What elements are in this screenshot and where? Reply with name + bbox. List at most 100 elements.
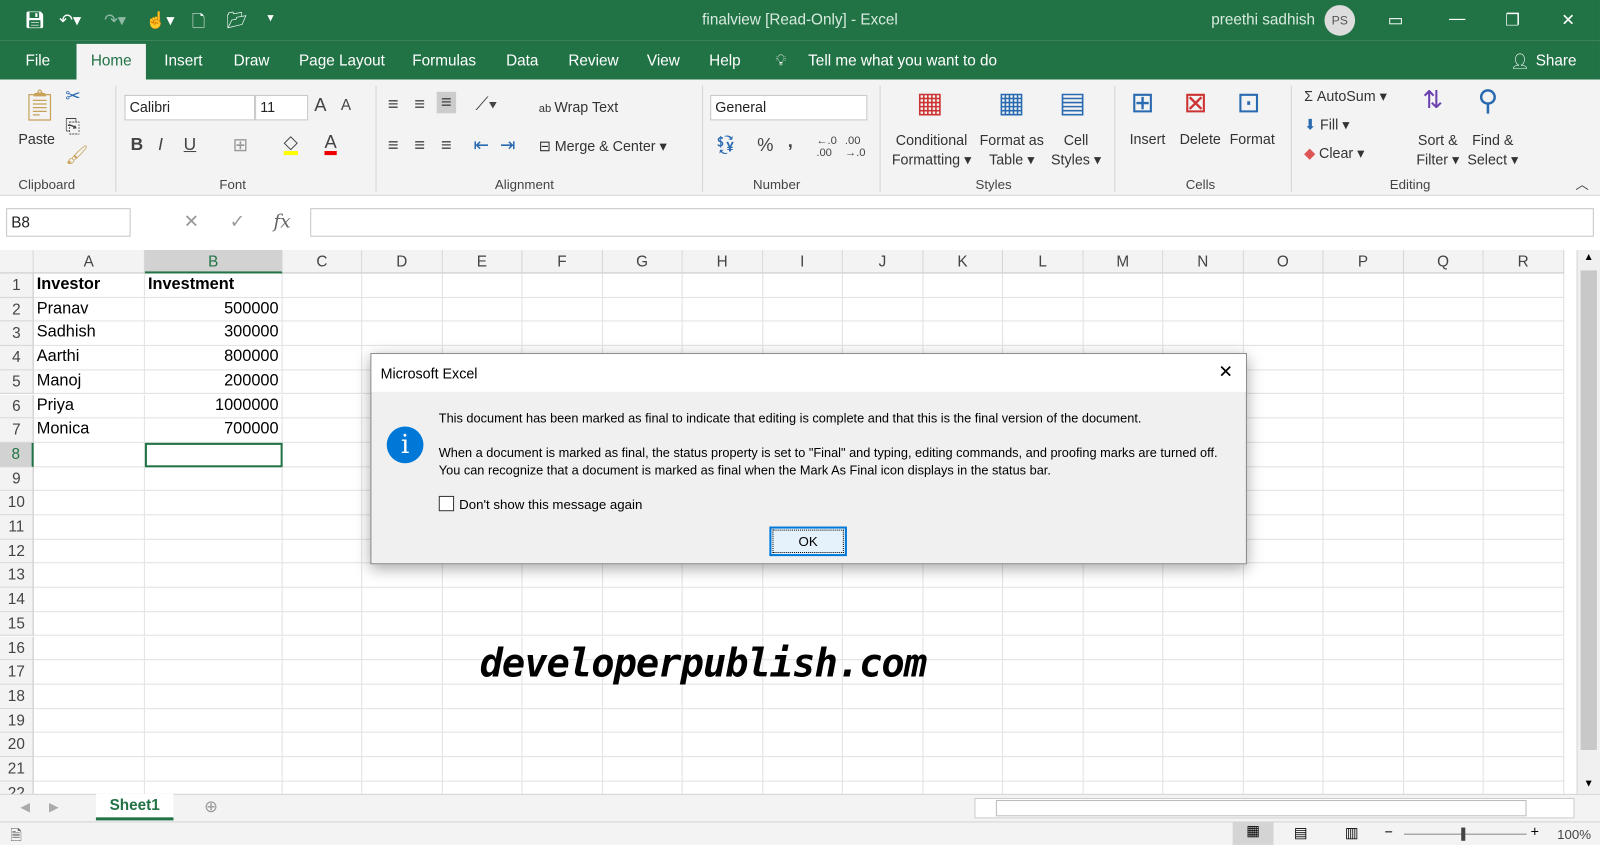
cell-k17[interactable] bbox=[922, 660, 1004, 685]
minimize-icon[interactable]: — bbox=[1449, 10, 1465, 28]
cell-c21[interactable] bbox=[282, 757, 363, 782]
cell-f21[interactable] bbox=[522, 757, 603, 782]
cell-k15[interactable] bbox=[922, 612, 1004, 637]
row-header-21[interactable]: 21 bbox=[0, 757, 34, 782]
cell-p22[interactable] bbox=[1323, 781, 1404, 794]
cell-m2[interactable] bbox=[1083, 297, 1164, 322]
cell-m15[interactable] bbox=[1083, 612, 1164, 637]
paste-icon[interactable]: 📋︎ bbox=[20, 88, 59, 124]
column-header-o[interactable]: O bbox=[1243, 249, 1324, 274]
cell-p3[interactable] bbox=[1323, 321, 1404, 346]
cell-k21[interactable] bbox=[922, 757, 1004, 782]
cell-k2[interactable] bbox=[922, 297, 1004, 322]
cell-g19[interactable] bbox=[602, 708, 683, 733]
cell-r7[interactable] bbox=[1483, 418, 1564, 443]
cell-p17[interactable] bbox=[1323, 660, 1404, 685]
cell-d1[interactable] bbox=[362, 273, 443, 298]
cell-c18[interactable] bbox=[282, 684, 363, 709]
cell-b4[interactable]: 800000 bbox=[144, 346, 283, 371]
cell-e20[interactable] bbox=[442, 732, 523, 758]
cell-r4[interactable] bbox=[1483, 346, 1564, 371]
row-header-2[interactable]: 2 bbox=[0, 297, 34, 322]
cell-h19[interactable] bbox=[682, 708, 763, 733]
tab-draw[interactable]: Draw bbox=[234, 52, 270, 69]
cell-b12[interactable] bbox=[144, 539, 283, 564]
cell-o3[interactable] bbox=[1243, 321, 1324, 346]
cell-c14[interactable] bbox=[282, 587, 363, 613]
cell-r19[interactable] bbox=[1483, 708, 1564, 733]
orientation-icon[interactable]: ⟋▾ bbox=[476, 94, 498, 115]
cell-f18[interactable] bbox=[522, 684, 603, 709]
cell-r18[interactable] bbox=[1483, 684, 1564, 709]
cell-c1[interactable] bbox=[282, 273, 363, 298]
cell-p19[interactable] bbox=[1323, 708, 1404, 733]
insert-function-button[interactable]: fx bbox=[273, 211, 290, 232]
cell-c6[interactable] bbox=[282, 394, 363, 419]
cell-b13[interactable] bbox=[144, 563, 283, 588]
row-header-14[interactable]: 14 bbox=[0, 587, 34, 613]
cell-f22[interactable] bbox=[522, 781, 603, 794]
cell-q22[interactable] bbox=[1404, 781, 1484, 794]
fill-button[interactable]: ⬇ Fill ▾ bbox=[1304, 116, 1349, 133]
cell-i20[interactable] bbox=[762, 732, 843, 758]
cell-d14[interactable] bbox=[362, 587, 443, 613]
cell-q1[interactable] bbox=[1403, 273, 1484, 298]
cell-n3[interactable] bbox=[1163, 321, 1244, 346]
cell-q4[interactable] bbox=[1403, 346, 1484, 371]
cell-c15[interactable] bbox=[282, 612, 363, 637]
delete-cells-button[interactable]: Delete bbox=[1180, 131, 1221, 147]
cell-o22[interactable] bbox=[1243, 781, 1324, 794]
tab-review[interactable]: Review bbox=[568, 52, 618, 69]
comma-button[interactable]: , bbox=[788, 131, 793, 152]
cell-a4[interactable]: Aarthi bbox=[33, 346, 145, 371]
increase-decimal-icon[interactable]: ←.0.00 bbox=[816, 135, 837, 159]
cell-d20[interactable] bbox=[362, 732, 443, 758]
column-header-k[interactable]: K bbox=[922, 249, 1004, 274]
h-scroll-thumb[interactable] bbox=[995, 799, 1527, 817]
cell-o21[interactable] bbox=[1243, 757, 1324, 782]
cell-m14[interactable] bbox=[1083, 587, 1164, 613]
cell-l18[interactable] bbox=[1003, 684, 1084, 709]
cell-q17[interactable] bbox=[1403, 660, 1484, 685]
cell-d18[interactable] bbox=[362, 684, 443, 709]
cell-f14[interactable] bbox=[522, 587, 603, 613]
cell-q12[interactable] bbox=[1403, 539, 1484, 564]
cell-p16[interactable] bbox=[1323, 636, 1404, 661]
cell-l16[interactable] bbox=[1003, 636, 1084, 661]
cell-p12[interactable] bbox=[1323, 539, 1404, 564]
cell-o1[interactable] bbox=[1243, 273, 1324, 298]
row-header-6[interactable]: 6 bbox=[0, 394, 34, 419]
ok-button[interactable]: OK bbox=[769, 526, 847, 557]
avatar[interactable]: PS bbox=[1324, 5, 1356, 36]
cell-q18[interactable] bbox=[1403, 684, 1484, 709]
align-left-icon[interactable]: ≡ bbox=[388, 135, 399, 156]
copy-icon[interactable]: ⎘ bbox=[65, 116, 80, 137]
format-as-table-button[interactable]: Format as Table ▾ bbox=[980, 131, 1044, 170]
fill-color-icon[interactable]: ◇ bbox=[283, 133, 298, 156]
cancel-icon[interactable]: ✕ bbox=[184, 211, 199, 232]
cell-c5[interactable] bbox=[282, 370, 363, 395]
share-button[interactable]: Share bbox=[1536, 52, 1577, 69]
cell-q20[interactable] bbox=[1403, 732, 1484, 758]
cell-g3[interactable] bbox=[602, 321, 683, 346]
cell-o12[interactable] bbox=[1243, 539, 1324, 564]
find-select-button[interactable]: Find & Select ▾ bbox=[1467, 131, 1518, 170]
cell-q21[interactable] bbox=[1403, 757, 1484, 782]
cell-c17[interactable] bbox=[282, 660, 363, 685]
enter-icon[interactable]: ✓ bbox=[230, 211, 245, 232]
prev-sheet-icon[interactable]: ◀ bbox=[20, 800, 29, 814]
cell-p4[interactable] bbox=[1323, 346, 1404, 371]
cell-k14[interactable] bbox=[922, 587, 1004, 613]
ribbon-display-icon[interactable]: ▭ bbox=[1388, 10, 1403, 30]
cell-j14[interactable] bbox=[842, 587, 923, 613]
cell-b22[interactable] bbox=[145, 781, 283, 794]
cell-i2[interactable] bbox=[762, 297, 843, 322]
cell-a19[interactable] bbox=[33, 708, 145, 733]
cell-g22[interactable] bbox=[603, 781, 683, 794]
cell-e21[interactable] bbox=[442, 757, 523, 782]
cell-o20[interactable] bbox=[1243, 732, 1324, 758]
cell-a21[interactable] bbox=[33, 757, 145, 782]
cell-p21[interactable] bbox=[1323, 757, 1404, 782]
column-header-q[interactable]: Q bbox=[1403, 249, 1484, 274]
cell-e19[interactable] bbox=[442, 708, 523, 733]
